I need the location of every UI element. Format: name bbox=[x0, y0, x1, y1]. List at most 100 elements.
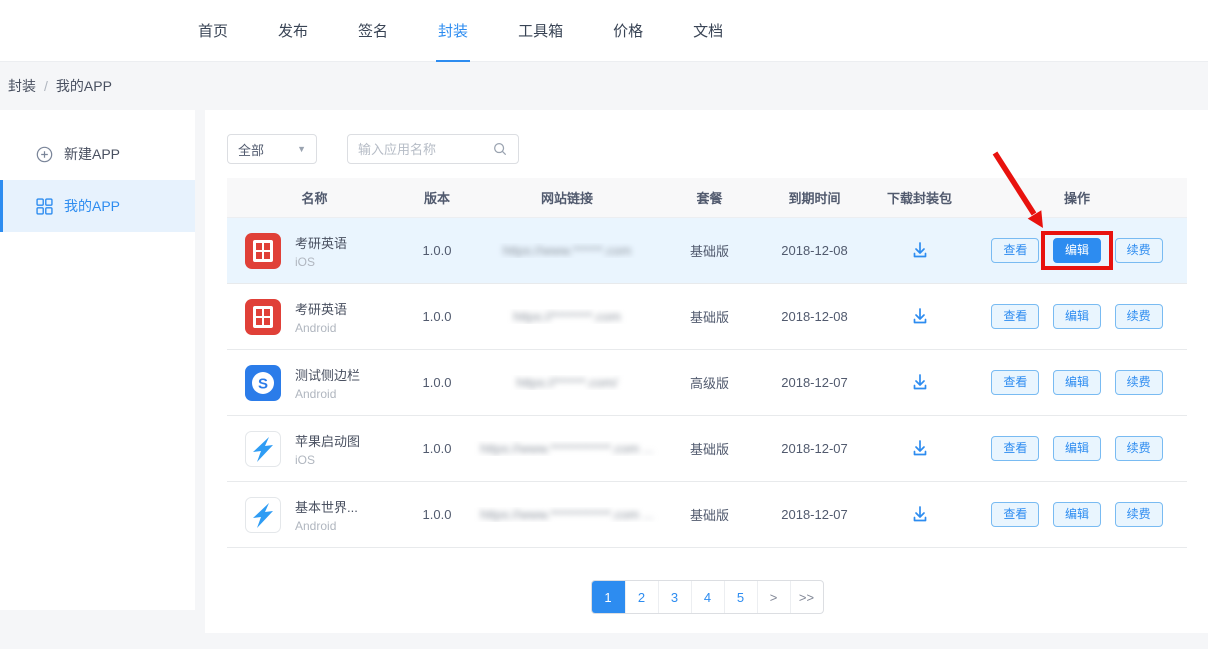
page-button-1[interactable]: 1 bbox=[592, 581, 625, 613]
sidebar-item-label: 新建APP bbox=[64, 144, 120, 164]
view-button[interactable]: 查看 bbox=[991, 436, 1039, 461]
next-page-button[interactable]: > bbox=[757, 581, 790, 613]
download-icon bbox=[910, 240, 930, 260]
breadcrumb: 封装 / 我的APP bbox=[0, 62, 1208, 110]
renew-button[interactable]: 续费 bbox=[1115, 436, 1163, 461]
app-version: 1.0.0 bbox=[402, 507, 472, 522]
grid-icon bbox=[36, 198, 53, 215]
table-row: S 基本世界... Android 1.0.0 https://www.****… bbox=[227, 482, 1187, 548]
edit-button[interactable]: 编辑 bbox=[1053, 238, 1101, 263]
edit-button[interactable]: 编辑 bbox=[1053, 304, 1101, 329]
download-package-button[interactable] bbox=[909, 240, 931, 262]
edit-button-annotation-box: 编辑 bbox=[1048, 370, 1106, 395]
download-cell bbox=[872, 372, 967, 394]
view-button[interactable]: 查看 bbox=[991, 502, 1039, 527]
edit-button-annotation-box: 编辑 bbox=[1048, 238, 1106, 263]
breadcrumb-packaging[interactable]: 封装 bbox=[8, 76, 36, 96]
app-version: 1.0.0 bbox=[402, 309, 472, 324]
download-icon bbox=[910, 372, 930, 392]
nav-item-docs[interactable]: 文档 bbox=[691, 0, 725, 62]
page-button-3[interactable]: 3 bbox=[658, 581, 691, 613]
renew-button[interactable]: 续费 bbox=[1115, 370, 1163, 395]
actions-cell: 查看 编辑 续费 bbox=[967, 304, 1187, 329]
renew-button[interactable]: 续费 bbox=[1115, 304, 1163, 329]
download-package-button[interactable] bbox=[909, 306, 931, 328]
top-nav: 首页 发布 签名 封装 工具箱 价格 文档 bbox=[0, 0, 1208, 62]
chevron-down-icon: ▼ bbox=[297, 144, 306, 154]
app-plan: 高级版 bbox=[662, 373, 757, 392]
renew-button[interactable]: 续费 bbox=[1115, 238, 1163, 263]
pagination: 1 2 3 4 5 > >> bbox=[591, 580, 824, 614]
app-icon: S bbox=[245, 431, 281, 467]
view-button[interactable]: 查看 bbox=[991, 370, 1039, 395]
download-cell bbox=[872, 240, 967, 262]
edit-button-annotation-box: 编辑 bbox=[1048, 436, 1106, 461]
app-expire-date: 2018-12-07 bbox=[757, 375, 872, 390]
breadcrumb-separator: / bbox=[44, 78, 48, 94]
app-url-blurred: https://www.************.com ... bbox=[480, 441, 653, 456]
nav-item-home[interactable]: 首页 bbox=[196, 0, 230, 62]
view-button[interactable]: 查看 bbox=[991, 238, 1039, 263]
page-button-4[interactable]: 4 bbox=[691, 581, 724, 613]
download-icon bbox=[910, 306, 930, 326]
col-header-website: 网站链接 bbox=[472, 188, 662, 207]
edit-button-annotation-box: 编辑 bbox=[1048, 304, 1106, 329]
nav-item-toolbox[interactable]: 工具箱 bbox=[516, 0, 565, 62]
url-cell: https://******.com/ bbox=[472, 375, 662, 390]
actions-cell: 查看 编辑 续费 bbox=[967, 502, 1187, 527]
actions-cell: 查看 编辑 续费 bbox=[967, 238, 1187, 263]
nav-item-packaging[interactable]: 封装 bbox=[436, 0, 470, 62]
sidebar-item-new-app[interactable]: 新建APP bbox=[0, 128, 195, 180]
sidebar: 新建APP 我的APP bbox=[0, 110, 195, 610]
toolbar: 全部 ▼ bbox=[227, 134, 1187, 164]
download-icon bbox=[910, 504, 930, 524]
nav-item-pricing[interactable]: 价格 bbox=[611, 0, 645, 62]
page: 首页 发布 签名 封装 工具箱 价格 文档 封装 / 我的APP 新建APP bbox=[0, 0, 1208, 649]
page-button-2[interactable]: 2 bbox=[625, 581, 658, 613]
edit-button[interactable]: 编辑 bbox=[1053, 502, 1101, 527]
app-icon: S bbox=[245, 233, 281, 269]
page-button-5[interactable]: 5 bbox=[724, 581, 757, 613]
name-wrap: 基本世界... Android bbox=[295, 497, 358, 533]
renew-button[interactable]: 续费 bbox=[1115, 502, 1163, 527]
s-app-icon: S bbox=[245, 365, 281, 401]
table-body: S 考研英语 iOS 1.0.0 https://www.******.com … bbox=[227, 218, 1187, 548]
edit-button[interactable]: 编辑 bbox=[1053, 370, 1101, 395]
app-plan: 基础版 bbox=[662, 439, 757, 458]
actions-cell: 查看 编辑 续费 bbox=[967, 436, 1187, 461]
nav-item-signature[interactable]: 签名 bbox=[356, 0, 390, 62]
content-area: 新建APP 我的APP 全部 ▼ bbox=[0, 110, 1208, 633]
plus-circle-icon bbox=[36, 146, 53, 163]
last-page-button[interactable]: >> bbox=[790, 581, 823, 613]
name-wrap: 测试侧边栏 Android bbox=[295, 365, 360, 401]
view-button[interactable]: 查看 bbox=[991, 304, 1039, 329]
app-table: 名称 版本 网站链接 套餐 到期时间 下载封装包 操作 bbox=[227, 178, 1187, 548]
download-package-button[interactable] bbox=[909, 504, 931, 526]
app-version: 1.0.0 bbox=[402, 441, 472, 456]
film-icon bbox=[245, 299, 281, 335]
download-package-button[interactable] bbox=[909, 372, 931, 394]
app-name: 基本世界... bbox=[295, 497, 358, 516]
table-row: S 考研英语 Android 1.0.0 https://********.co… bbox=[227, 284, 1187, 350]
name-cell: S 苹果启动图 iOS bbox=[227, 431, 402, 467]
filter-select[interactable]: 全部 ▼ bbox=[227, 134, 317, 164]
main-panel: 全部 ▼ 名称 版本 网站链接 套餐 到期时间 bbox=[205, 110, 1208, 633]
name-cell: S 考研英语 iOS bbox=[227, 233, 402, 269]
sidebar-item-my-app[interactable]: 我的APP bbox=[0, 180, 195, 232]
col-header-download: 下载封装包 bbox=[872, 188, 967, 207]
name-cell: S 基本世界... Android bbox=[227, 497, 402, 533]
app-expire-date: 2018-12-08 bbox=[757, 309, 872, 324]
app-name: 测试侧边栏 bbox=[295, 365, 360, 384]
svg-text:S: S bbox=[258, 375, 268, 392]
nav-item-publish[interactable]: 发布 bbox=[276, 0, 310, 62]
download-cell bbox=[872, 504, 967, 526]
app-icon: S bbox=[245, 299, 281, 335]
download-package-button[interactable] bbox=[909, 438, 931, 460]
search-icon[interactable] bbox=[492, 141, 508, 157]
search-input[interactable] bbox=[358, 142, 492, 157]
app-url-blurred: https://********.com bbox=[513, 309, 621, 324]
app-expire-date: 2018-12-07 bbox=[757, 507, 872, 522]
edit-button[interactable]: 编辑 bbox=[1053, 436, 1101, 461]
search-box bbox=[347, 134, 519, 164]
bird-icon bbox=[245, 431, 281, 467]
